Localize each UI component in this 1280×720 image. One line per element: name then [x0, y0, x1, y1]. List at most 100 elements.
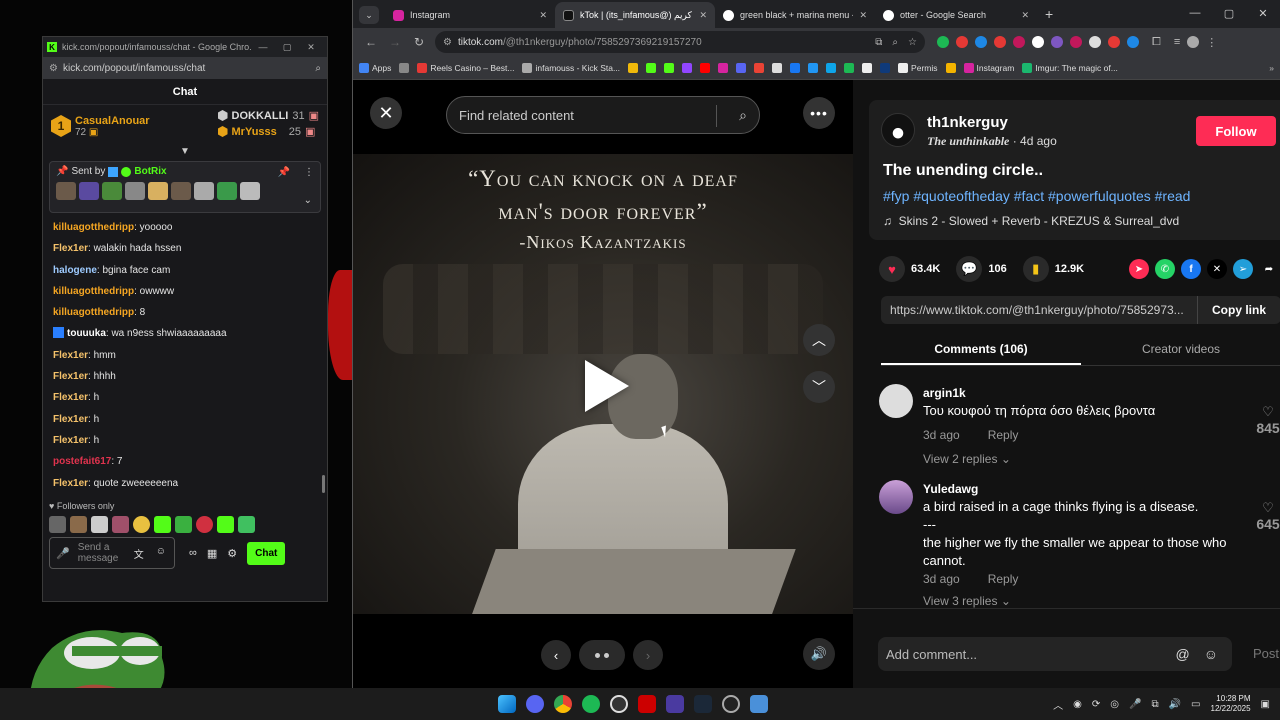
close-tab-icon[interactable]: ✕ [859, 10, 867, 21]
close-tab-icon[interactable]: ✕ [1021, 10, 1029, 21]
extension-icon[interactable] [994, 36, 1006, 48]
next-post-button[interactable]: ﹀ [803, 371, 835, 403]
close-window-button[interactable]: ✕ [299, 42, 323, 53]
zoom-icon[interactable]: ⌕ [892, 37, 898, 48]
bookmark-imgur[interactable]: Imgur: The magic of... [1022, 62, 1118, 73]
close-tab-icon[interactable]: ✕ [539, 10, 547, 21]
store-icon[interactable]: ▦ [207, 547, 217, 560]
discord-icon[interactable] [736, 62, 747, 73]
chat-username[interactable]: Flex1er [53, 478, 88, 489]
chat-username[interactable]: touuuka [67, 328, 106, 339]
x-twitter-icon[interactable]: ✕ [1207, 259, 1227, 279]
app-icon[interactable] [750, 695, 768, 713]
telegram-icon[interactable]: ➢ [1233, 259, 1253, 279]
carousel-next-button[interactable]: › [633, 640, 663, 670]
pinned-menu-icon[interactable]: ⋮ [304, 167, 314, 178]
chat-username[interactable]: Flex1er [53, 414, 88, 425]
twitch-icon[interactable] [682, 62, 693, 73]
zoom-icon[interactable]: ⌕ [315, 63, 321, 74]
carousel-dot[interactable] [604, 652, 609, 658]
search-icon[interactable]: ⌕ [739, 107, 747, 124]
steam-icon[interactable] [694, 695, 712, 713]
show-hidden-icons-icon[interactable]: ︿ [1053, 697, 1063, 712]
kick-icon[interactable] [646, 62, 657, 73]
save-action[interactable]: ▮ 12.9K [1022, 256, 1084, 282]
emote-icon[interactable] [49, 515, 66, 533]
bookmark-icon[interactable] [826, 62, 837, 73]
points-icon[interactable]: ∞ [189, 547, 197, 560]
post-comment-button[interactable]: Post [1253, 646, 1279, 661]
send-to-friend-icon[interactable]: ➤ [1129, 259, 1149, 279]
reply-button[interactable]: Reply [988, 572, 1019, 586]
close-viewer-button[interactable]: ✕ [370, 97, 402, 129]
volume-icon[interactable]: 🔊 [1169, 699, 1181, 710]
like-action[interactable]: ♥ 63.4K [879, 256, 940, 282]
pinned-sender[interactable]: BotRix [134, 166, 166, 177]
more-share-icon[interactable]: ➦ [1259, 259, 1279, 279]
emote-icon[interactable] [238, 515, 255, 533]
extension-icon[interactable] [1089, 36, 1101, 48]
view-replies-button[interactable]: View 3 replies ⌄ [923, 594, 1011, 608]
more-options-button[interactable]: ••• [803, 97, 835, 129]
bookmark-icon[interactable] [844, 62, 855, 73]
more-bookmarks-icon[interactable]: » [1269, 63, 1274, 73]
tab-google-marina[interactable]: green black + marina menu - G... ✕ [715, 2, 875, 28]
mention-icon[interactable]: @ [1175, 646, 1189, 662]
extensions-puzzle-icon[interactable]: ⧠ [1152, 36, 1161, 49]
chat-username[interactable]: Flex1er [53, 435, 88, 446]
chat-username[interactable]: postefait617 [53, 456, 111, 467]
extension-icon[interactable] [975, 36, 987, 48]
battery-icon[interactable]: ▭ [1191, 699, 1200, 710]
chrome-icon[interactable] [554, 695, 572, 713]
kick-icon[interactable] [664, 62, 675, 73]
send-chat-button[interactable]: Chat [247, 541, 286, 565]
bookmark-reels-casino[interactable]: Reels Casino – Best... [417, 62, 514, 73]
close-tab-icon[interactable]: ✕ [699, 10, 707, 21]
play-icon[interactable] [585, 360, 629, 412]
start-windows-icon[interactable] [498, 695, 516, 713]
forward-button[interactable]: → [383, 35, 407, 49]
reload-button[interactable]: ↻ [407, 35, 431, 49]
carousel-dot[interactable] [595, 652, 600, 658]
leader-third[interactable]: MrYusss 25 ▣ [217, 125, 319, 138]
app-icon[interactable] [638, 695, 656, 713]
install-app-icon[interactable]: ⧉ [875, 37, 882, 48]
extension-icon[interactable] [937, 36, 949, 48]
app-icon[interactable] [722, 695, 740, 713]
minimize-button[interactable]: — [251, 42, 275, 52]
post-photo[interactable]: “You can knock on a deaf man's door fore… [353, 154, 853, 614]
chat-message-input[interactable]: 🎤 Send a message 文 ☺ [49, 537, 175, 569]
new-tab-button[interactable]: + [1045, 6, 1053, 22]
chat-username[interactable]: Flex1er [53, 392, 88, 403]
binance-icon[interactable] [628, 62, 639, 73]
chat-username[interactable]: Flex1er [53, 350, 88, 361]
chat-username[interactable]: killuagotthedripp [53, 286, 134, 297]
chat-username[interactable]: halogene [53, 265, 97, 276]
maximize-button[interactable]: ▢ [275, 42, 299, 53]
emote-icon[interactable] [217, 515, 234, 533]
commenter-avatar[interactable] [879, 480, 913, 514]
emote-icon[interactable] [154, 515, 171, 533]
back-button[interactable]: ← [359, 35, 383, 49]
comment-like[interactable]: ♡ 845 [1255, 404, 1280, 436]
chat-username[interactable]: Flex1er [53, 243, 88, 254]
view-replies-button[interactable]: View 2 replies ⌄ [923, 452, 1011, 466]
analytics-icon[interactable] [945, 62, 956, 73]
bookmark-star-icon[interactable]: ☆ [908, 37, 917, 48]
emote-icon[interactable] [112, 515, 129, 533]
bookmark-kick[interactable]: infamouss - Kick Sta... [522, 62, 620, 73]
leader-first[interactable]: 1 CasualAnouar 72 ▣ [51, 109, 218, 143]
extension-icon[interactable] [1032, 36, 1044, 48]
expand-leaderboard-icon[interactable]: ▼ [43, 147, 327, 157]
gmail-icon[interactable] [754, 62, 765, 73]
chat-username[interactable]: killuagotthedripp [53, 307, 134, 318]
comment-action[interactable]: 💬 106 [956, 256, 1007, 282]
emote-icon[interactable] [175, 515, 192, 533]
extension-icon[interactable] [1127, 36, 1139, 48]
add-comment-input[interactable]: Add comment... @ ☺ [878, 637, 1232, 671]
settings-gear-icon[interactable]: ⚙ [227, 547, 237, 560]
bookmark-apps[interactable]: Apps [359, 62, 391, 73]
comment-like[interactable]: ♡ 645 [1255, 500, 1280, 532]
extension-icon[interactable] [1051, 36, 1063, 48]
extension-icon[interactable] [1070, 36, 1082, 48]
